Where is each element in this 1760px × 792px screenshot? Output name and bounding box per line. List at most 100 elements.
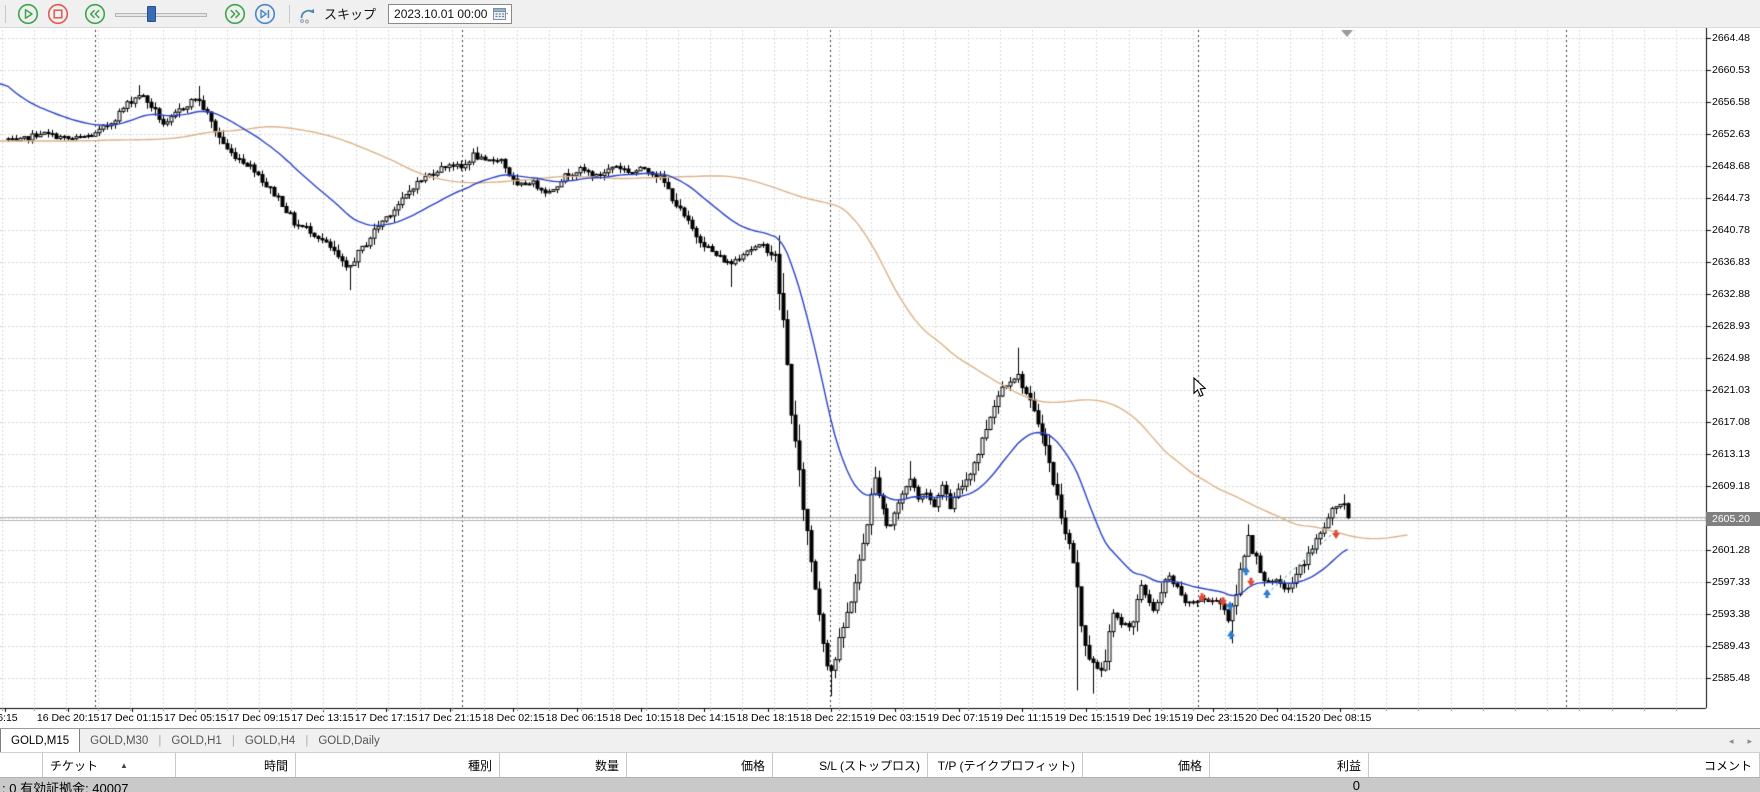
play-button[interactable] — [16, 2, 40, 26]
time-axis-label: 18 Dec 14:15 — [673, 712, 735, 724]
chart-tab-gold-m15[interactable]: GOLD,M15 — [0, 729, 80, 752]
price-axis-label: 2628.93 — [1712, 321, 1758, 332]
status-profit-value: 0 — [1212, 778, 1360, 792]
price-axis-label: 2624.98 — [1712, 353, 1758, 364]
time-axis-label: 18 Dec 02:15 — [482, 712, 544, 724]
chart-tab-label: GOLD,M15 — [11, 735, 69, 747]
column-header-label: コメント — [1704, 757, 1752, 774]
skip-to-end-button[interactable] — [253, 2, 277, 26]
orders-column-header[interactable] — [0, 753, 43, 777]
column-header-label: 種別 — [468, 757, 492, 774]
chart-tab-label: GOLD,H1 — [171, 735, 222, 747]
column-header-label: 価格 — [1178, 757, 1202, 774]
time-axis-label: 19 Dec 15:15 — [1054, 712, 1116, 724]
time-axis-label: 16:15 — [0, 712, 18, 724]
speed-slider[interactable] — [115, 2, 207, 26]
price-axis-label: 2609.18 — [1712, 481, 1758, 492]
chart-tab-gold-m30[interactable]: GOLD,M30 — [80, 729, 158, 752]
time-axis-label: 17 Dec 01:15 — [100, 712, 162, 724]
fast-forward-icon — [224, 3, 246, 25]
price-axis-label: 2644.73 — [1712, 193, 1758, 204]
price-axis-label: 2664.48 — [1712, 33, 1758, 44]
skip-to-end-icon — [254, 3, 276, 25]
tab-nav-right-icon[interactable]: ▸ — [1747, 736, 1752, 747]
chart-tab-label: GOLD,H4 — [245, 735, 296, 747]
time-axis-label: 18 Dec 10:15 — [609, 712, 671, 724]
speed-slider-handle[interactable] — [147, 6, 156, 22]
stop-icon — [47, 3, 69, 25]
price-axis-label: 2648.68 — [1712, 161, 1758, 172]
sort-ascending-icon: ▲ — [120, 761, 128, 770]
price-axis-label: 2640.78 — [1712, 225, 1758, 236]
time-axis-label: 17 Dec 09:15 — [228, 712, 290, 724]
tab-nav: ◂ ▸ — [1729, 729, 1752, 753]
orders-column-header-種別[interactable]: 種別 — [296, 753, 500, 777]
chart-area[interactable]: 2664.482660.532656.582652.632648.682644.… — [0, 28, 1760, 728]
time-axis-label: 18 Dec 06:15 — [546, 712, 608, 724]
start-date-input[interactable]: 2023.10.01 00:00 — [388, 4, 512, 24]
time-axis-label: 17 Dec 17:15 — [355, 712, 417, 724]
orders-column-header-T/P (テイクプロフィット)[interactable]: T/P (テイクプロフィット) — [928, 753, 1083, 777]
price-axis-label: 2593.38 — [1712, 609, 1758, 620]
time-axis-label: 19 Dec 07:15 — [927, 712, 989, 724]
column-header-label: チケット — [50, 757, 98, 774]
time-axis-label: 19 Dec 03:15 — [864, 712, 926, 724]
chart-tab-bar: GOLD,M15GOLD,M30|GOLD,H1|GOLD,H4|GOLD,Da… — [0, 728, 1760, 752]
column-header-label: 数量 — [595, 757, 619, 774]
tab-nav-left-icon[interactable]: ◂ — [1729, 736, 1734, 747]
time-axis-label: 18 Dec 18:15 — [736, 712, 798, 724]
speed-slider-track[interactable] — [115, 13, 207, 17]
time-axis-label: 19 Dec 19:15 — [1118, 712, 1180, 724]
toolbar-separator — [289, 5, 290, 23]
skip-label: スキップ — [324, 4, 376, 23]
stop-button[interactable] — [46, 2, 70, 26]
price-axis-label: 2613.13 — [1712, 449, 1758, 460]
column-header-label: 価格 — [741, 757, 765, 774]
orders-column-header-価格[interactable]: 価格 — [1083, 753, 1210, 777]
time-axis-label: 18 Dec 22:15 — [800, 712, 862, 724]
price-axis-label: 2617.08 — [1712, 417, 1758, 428]
fast-forward-button[interactable] — [223, 2, 247, 26]
chart-tab-gold-h4[interactable]: GOLD,H4 — [235, 729, 306, 752]
price-axis-label: 2652.63 — [1712, 129, 1758, 140]
tester-toolbar: スキップ 2023.10.01 00:00 — [0, 0, 1760, 28]
chart-tab-gold-h1[interactable]: GOLD,H1 — [161, 729, 232, 752]
rewind-icon — [84, 3, 106, 25]
price-axis-label: 2636.83 — [1712, 257, 1758, 268]
skip-button[interactable] — [296, 2, 320, 26]
rewind-button[interactable] — [83, 2, 107, 26]
price-axis-label: 2621.03 — [1712, 385, 1758, 396]
skip-steps-icon — [297, 3, 319, 25]
calendar-icon[interactable] — [493, 7, 508, 21]
time-axis-label: 17 Dec 21:15 — [418, 712, 480, 724]
time-axis-label: 16 Dec 20:15 — [37, 712, 99, 724]
orders-column-header-時間[interactable]: 時間 — [176, 753, 296, 777]
orders-column-header-コメント[interactable]: コメント — [1369, 753, 1760, 777]
orders-column-header-S/L (ストップロス)[interactable]: S/L (ストップロス) — [773, 753, 928, 777]
column-header-label: 時間 — [264, 757, 288, 774]
price-axis-label: 2597.33 — [1712, 577, 1758, 588]
current-price-badge: 2605.20 — [1706, 512, 1760, 526]
chart-tab-label: GOLD,Daily — [318, 735, 379, 747]
chart-tab-label: GOLD,M30 — [90, 735, 148, 747]
play-icon — [17, 3, 39, 25]
status-equity-text: : 0 有効証拠金: 40007 — [2, 778, 128, 792]
time-axis-label: 20 Dec 08:15 — [1309, 712, 1371, 724]
column-header-label: T/P (テイクプロフィット) — [938, 757, 1075, 774]
price-axis-label: 2632.88 — [1712, 289, 1758, 300]
time-axis-label: 19 Dec 23:15 — [1182, 712, 1244, 724]
price-axis-label: 2589.43 — [1712, 641, 1758, 652]
price-chart-canvas[interactable] — [0, 28, 1760, 728]
orders-column-header-価格[interactable]: 価格 — [627, 753, 773, 777]
time-axis-label: 17 Dec 05:15 — [164, 712, 226, 724]
toolbar-grip — [5, 5, 6, 23]
time-axis-label: 20 Dec 04:15 — [1245, 712, 1307, 724]
orders-column-header-数量[interactable]: 数量 — [500, 753, 627, 777]
column-header-label: S/L (ストップロス) — [819, 757, 920, 774]
price-axis-label: 2585.48 — [1712, 673, 1758, 684]
price-axis-label: 2601.28 — [1712, 545, 1758, 556]
orders-column-header-利益[interactable]: 利益 — [1210, 753, 1369, 777]
orders-column-header-チケット[interactable]: チケット ▲ — [43, 753, 176, 777]
chart-tab-gold-daily[interactable]: GOLD,Daily — [308, 729, 389, 752]
price-axis-label: 2660.53 — [1712, 65, 1758, 76]
